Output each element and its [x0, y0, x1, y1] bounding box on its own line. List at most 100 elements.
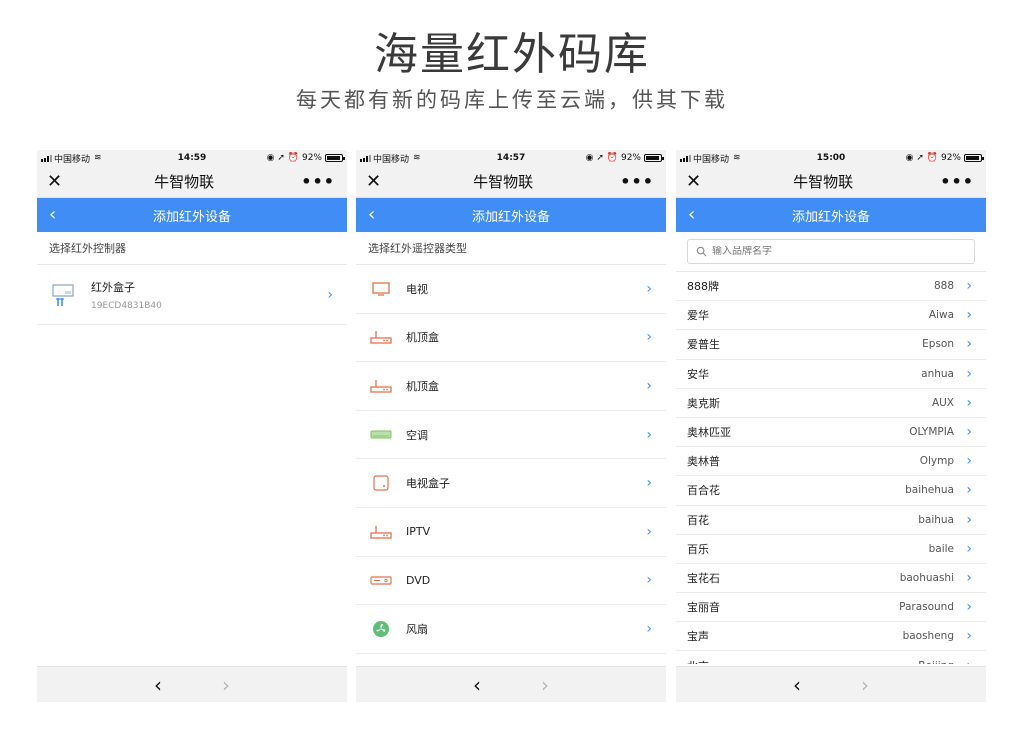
brand-row[interactable]: 888牌 888 ›	[676, 272, 986, 302]
battery-icon	[325, 154, 345, 162]
type-label: 风扇	[406, 622, 428, 636]
device-row[interactable]: 红外盒子 19ECD4831B40 ›	[37, 265, 347, 325]
battery-percent: 92%	[301, 153, 322, 163]
search-box[interactable]	[687, 239, 975, 264]
battery-percent: 92%	[940, 153, 961, 163]
type-row-settop-box[interactable]: 机顶盒 ›	[356, 362, 666, 411]
chevron-right-icon: ›	[966, 540, 972, 557]
nav-forward-icon[interactable]: ›	[541, 673, 549, 697]
page-title: 添加红外设备	[791, 209, 870, 225]
browser-nav-bar: ‹ ›	[356, 666, 666, 702]
chevron-right-icon: ›	[962, 658, 972, 664]
search-icon	[696, 246, 707, 257]
brand-name-cn: 宝花石	[687, 571, 720, 585]
brand-name-en: 888	[933, 280, 954, 293]
type-label: IPTV	[406, 525, 431, 539]
brand-row[interactable]: 爱普生 Epson ›	[676, 330, 986, 360]
app-title: 牛智物联	[154, 173, 215, 191]
chevron-right-icon: ›	[966, 307, 972, 324]
air-conditioner-icon	[370, 426, 392, 444]
type-label: 电视盒子	[406, 477, 450, 491]
chevron-right-icon: ›	[966, 394, 972, 411]
chevron-right-icon: ›	[646, 426, 652, 443]
brand-row[interactable]: 安华 anhua ›	[676, 360, 986, 389]
brand-row[interactable]: 宝声 baosheng ›	[676, 622, 986, 652]
nav-forward-icon[interactable]: ›	[222, 673, 230, 697]
dvd-icon	[370, 571, 392, 589]
battery-icon	[644, 154, 664, 162]
carrier-label: 中国移动	[373, 154, 410, 165]
app-title: 牛智物联	[473, 173, 534, 191]
type-row-dvd[interactable]: DVD ›	[356, 557, 666, 606]
type-row-tv[interactable]: 电视 ›	[356, 265, 666, 314]
device-id: 19ECD4831B40	[91, 300, 162, 311]
chevron-right-icon: ›	[327, 286, 333, 303]
close-icon[interactable]: ✕	[366, 171, 386, 192]
back-chevron-icon[interactable]: ‹	[688, 204, 695, 225]
brand-row[interactable]: 宝花石 baohuashi ›	[676, 564, 986, 594]
brand-row[interactable]: 奥克斯 AUX ›	[676, 389, 986, 418]
chevron-right-icon: ›	[966, 569, 972, 586]
type-row-settop-box[interactable]: 机顶盒 ›	[356, 314, 666, 363]
tv-icon	[370, 280, 392, 298]
chevron-right-icon: ›	[966, 511, 972, 528]
signal-icon	[360, 154, 371, 162]
carrier-label: 中国移动	[54, 154, 91, 165]
phone-screen-type: 中国移动 ≋ 14:57 ◉ ➚ ⏰ 92% ✕ 牛智物联 ••• ‹ 添加红外…	[356, 150, 666, 702]
more-options-icon[interactable]: •••	[301, 172, 335, 191]
browser-nav-bar: ‹ ›	[676, 666, 986, 702]
brand-name-en: baosheng	[902, 630, 954, 643]
brand-name-cn: 百花	[687, 513, 709, 527]
back-chevron-icon[interactable]: ‹	[368, 204, 375, 225]
type-row-fan[interactable]: 风扇 ›	[356, 605, 666, 654]
page-header: ‹ 添加红外设备	[37, 198, 347, 232]
type-label: 电视	[406, 282, 428, 296]
app-titlebar: ✕ 牛智物联 •••	[356, 166, 666, 198]
nav-back-icon[interactable]: ‹	[473, 673, 481, 697]
search-input[interactable]	[712, 246, 974, 257]
nav-forward-icon[interactable]: ›	[861, 673, 869, 697]
wifi-icon: ≋	[733, 153, 741, 163]
nav-back-icon[interactable]: ‹	[793, 673, 801, 697]
type-row-iptv[interactable]: IPTV ›	[356, 508, 666, 557]
brand-row[interactable]: 北京Beijing ›	[676, 651, 986, 664]
ir-box-icon	[52, 283, 74, 306]
battery-percent: 92%	[620, 153, 641, 163]
brand-name-cn: 爱华	[687, 309, 709, 323]
signal-icon	[41, 154, 52, 162]
wifi-icon: ≋	[413, 153, 421, 163]
iptv-icon	[370, 523, 392, 541]
brand-name-cn: 百乐	[687, 542, 709, 556]
type-label: 机顶盒	[406, 331, 439, 345]
brand-row[interactable]: 爱华 Aiwa ›	[676, 301, 986, 331]
chevron-right-icon: ›	[646, 329, 652, 346]
carrier-label: 中国移动	[693, 154, 730, 165]
brand-name-cn: 爱普生	[687, 338, 720, 352]
back-chevron-icon[interactable]: ‹	[49, 204, 56, 225]
phone-screen-brand: 中国移动 ≋ 15:00 ◉ ➚ ⏰ 92% ✕ 牛智物联 ••• ‹ 添加红外…	[676, 150, 986, 702]
headline: 海量红外码库	[374, 29, 650, 80]
brand-name-en: Beijing	[918, 660, 954, 664]
brand-row[interactable]: 百花 baihua ›	[676, 506, 986, 535]
location-icon: ◉ ➚ ⏰	[905, 153, 938, 163]
brand-row[interactable]: 百乐 baile ›	[676, 535, 986, 564]
more-options-icon[interactable]: •••	[940, 172, 974, 191]
chevron-right-icon: ›	[966, 628, 972, 645]
device-name: 红外盒子	[91, 280, 135, 294]
brand-row[interactable]: 宝丽音 Parasound ›	[676, 593, 986, 623]
type-row-tv-box[interactable]: 电视盒子 ›	[356, 459, 666, 508]
brand-name-en: baihua	[918, 513, 954, 526]
brand-row[interactable]: 奥林普 Olymp ›	[676, 447, 986, 477]
nav-back-icon[interactable]: ‹	[154, 673, 162, 697]
brand-name-cn: 奥克斯	[687, 396, 720, 410]
brand-name-en: AUX	[931, 396, 954, 409]
brand-row[interactable]: 奥林匹亚 OLYMPIA ›	[676, 418, 986, 448]
status-bar: 中国移动 ≋ 14:59 ◉ ➚ ⏰ 92%	[37, 150, 347, 166]
brand-row[interactable]: 百合花 baihehua ›	[676, 476, 986, 506]
close-icon[interactable]: ✕	[686, 171, 706, 192]
close-icon[interactable]: ✕	[47, 171, 67, 192]
brand-name-en: baile	[928, 542, 954, 555]
more-options-icon[interactable]: •••	[620, 172, 654, 191]
brand-name-cn: 奥林匹亚	[687, 426, 731, 440]
type-row-air-conditioner[interactable]: 空调 ›	[356, 411, 666, 460]
